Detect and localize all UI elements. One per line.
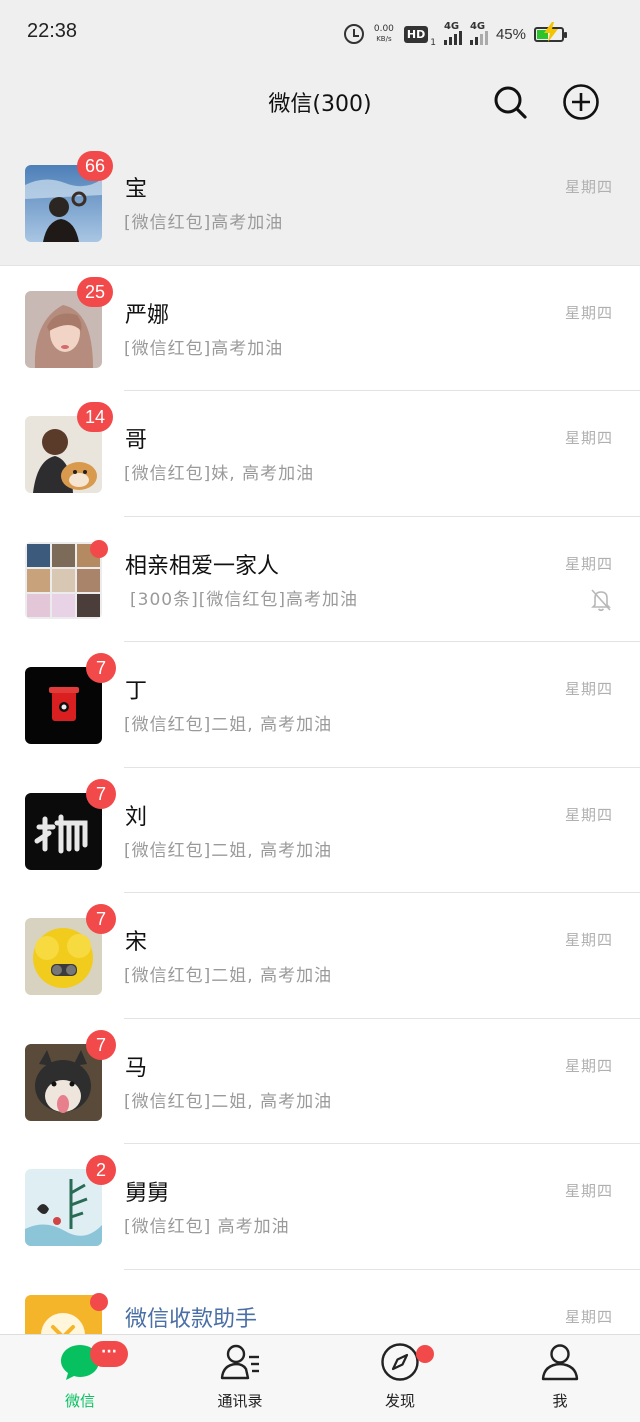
chat-preview: [微信红包] 高考加油 bbox=[124, 1217, 290, 1237]
network-speed-value: 0.00 bbox=[373, 24, 394, 34]
tab-unread-dot bbox=[416, 1345, 434, 1363]
chat-name: 刘 bbox=[125, 804, 148, 830]
sim2-network-type: 4G bbox=[469, 21, 486, 32]
hd-voice-icon: HD bbox=[403, 25, 429, 43]
chat-time: 星期四 bbox=[564, 1182, 613, 1200]
unread-badge: 7 bbox=[86, 778, 116, 809]
unread-badge: 2 bbox=[86, 1155, 116, 1185]
unread-badge: 7 bbox=[86, 904, 116, 934]
status-icons: 0.00 KB/s HD 1 4G 4G 45% bbox=[343, 20, 567, 48]
battery-percent: 45% bbox=[495, 25, 526, 43]
chat-row[interactable]: 25 严娜 [微信红包]高考加油 星期四 bbox=[0, 265, 640, 391]
bottom-tab-bar: ··· 微信 通讯录 发现 我 bbox=[0, 1334, 640, 1422]
chat-row[interactable]: 相亲相爱一家人 [300条][微信红包]高考加油 星期四 bbox=[0, 516, 640, 642]
chat-name: 宝 bbox=[125, 177, 148, 202]
tab-contacts[interactable]: 通讯录 bbox=[160, 1335, 320, 1422]
chat-row[interactable]: 7 丁 [微信红包]二姐, 高考加油 星期四 bbox=[0, 642, 640, 768]
tab-discover[interactable]: 发现 bbox=[320, 1335, 480, 1422]
unread-dot bbox=[90, 1292, 108, 1311]
chat-name: 马 bbox=[125, 1055, 148, 1081]
search-icon[interactable] bbox=[490, 82, 530, 122]
unread-badge: 66 bbox=[77, 151, 114, 181]
tab-me[interactable]: 我 bbox=[480, 1335, 640, 1422]
network-speed: 0.00 KB/s bbox=[372, 24, 396, 44]
alarm-icon bbox=[343, 24, 364, 44]
person-icon bbox=[541, 1344, 579, 1381]
chat-time: 星期四 bbox=[564, 178, 613, 196]
chat-row[interactable]: 14 哥 [微信红包]妹, 高考加油 星期四 bbox=[0, 391, 640, 517]
chat-row[interactable]: 7 宋 [微信红包]二姐, 高考加油 星期四 bbox=[0, 893, 640, 1019]
chat-preview: [300条][微信红包]高考加油 bbox=[130, 589, 358, 610]
chat-name: 相亲相爱一家人 bbox=[125, 553, 280, 579]
chat-time: 星期四 bbox=[564, 931, 613, 949]
chat-preview: [微信红包]二姐, 高考加油 bbox=[124, 840, 333, 861]
contacts-icon bbox=[220, 1344, 259, 1380]
page-title: 微信(300) bbox=[268, 92, 372, 117]
chat-preview: [微信红包]妹, 高考加油 bbox=[124, 464, 315, 484]
chat-time: 星期四 bbox=[564, 680, 613, 698]
chat-time: 星期四 bbox=[564, 554, 613, 573]
tab-label: 通讯录 bbox=[217, 1392, 263, 1410]
charging-bolt-icon bbox=[544, 22, 558, 42]
unread-badge: 7 bbox=[86, 653, 116, 683]
compass-icon bbox=[381, 1343, 419, 1381]
chat-preview: [微信红包]高考加油 bbox=[124, 338, 284, 359]
chat-preview: [微信红包]二姐, 高考加油 bbox=[124, 1091, 333, 1112]
chat-time: 星期四 bbox=[564, 303, 613, 322]
hd-voice-sub: 1 bbox=[430, 38, 436, 48]
chat-row[interactable]: 7 马 [微信红包]二姐, 高考加油 星期四 bbox=[0, 1018, 640, 1144]
status-time: 22:38 bbox=[27, 20, 78, 42]
chat-row[interactable]: 7 刘 [微信红包]二姐, 高考加油 星期四 bbox=[0, 767, 640, 893]
unread-badge: 25 bbox=[77, 276, 114, 307]
tab-chats[interactable]: ··· 微信 bbox=[0, 1335, 160, 1422]
chat-list[interactable]: 66 宝 [微信红包]高考加油 星期四 25 严娜 [微信红包]高考加油 星期四 bbox=[0, 140, 640, 1334]
signal-sim1-icon: 4G bbox=[443, 21, 462, 45]
chat-time: 星期四 bbox=[564, 1056, 613, 1075]
chat-name: 丁 bbox=[125, 679, 148, 704]
sim1-network-type: 4G bbox=[443, 21, 460, 32]
status-bar: 22:38 0.00 KB/s HD 1 4G 4G 45% bbox=[0, 0, 640, 64]
chat-name: 宋 bbox=[125, 930, 148, 955]
tab-label: 发现 bbox=[384, 1392, 415, 1410]
chat-preview: [微信红包]高考加油 bbox=[124, 213, 284, 233]
chat-time: 星期四 bbox=[564, 805, 613, 824]
chat-name: 舅舅 bbox=[125, 1181, 170, 1206]
chat-name: 微信收款助手 bbox=[125, 1306, 258, 1332]
chat-row[interactable]: 2 舅舅 [微信红包] 高考加油 星期四 bbox=[0, 1144, 640, 1270]
chat-preview: [微信红包]二姐, 高考加油 bbox=[124, 966, 333, 986]
chat-row[interactable]: 66 宝 [微信红包]高考加油 星期四 bbox=[0, 140, 640, 266]
chat-time: 星期四 bbox=[564, 429, 613, 447]
network-speed-unit: KB/s bbox=[376, 35, 392, 43]
tab-label: 微信 bbox=[64, 1392, 95, 1410]
add-icon[interactable] bbox=[561, 82, 601, 122]
unread-badge: 14 bbox=[77, 402, 114, 432]
chat-preview: [微信红包]二姐, 高考加油 bbox=[124, 715, 333, 735]
unread-dot bbox=[90, 539, 108, 558]
mute-bell-icon bbox=[591, 588, 611, 611]
unread-badge: 7 bbox=[86, 1029, 116, 1060]
top-header: 微信(300) bbox=[0, 64, 640, 140]
chat-name: 哥 bbox=[125, 428, 148, 453]
chat-time: 星期四 bbox=[564, 1307, 613, 1326]
signal-sim2-icon: 4G bbox=[469, 21, 488, 45]
chat-name: 严娜 bbox=[125, 302, 170, 328]
chat-row[interactable]: 微信收款助手 星期四 bbox=[0, 1269, 640, 1334]
tab-badge: ··· bbox=[90, 1341, 128, 1367]
tab-label: 我 bbox=[552, 1392, 568, 1410]
